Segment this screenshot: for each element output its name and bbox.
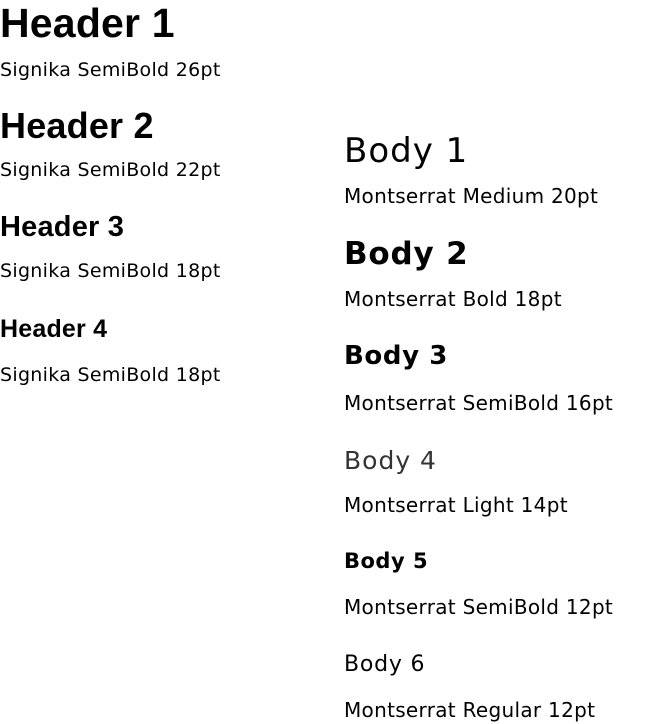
body-5-sample: Body 5 Montserrat SemiBold 12pt xyxy=(344,549,613,618)
header-2-title: Header 2 xyxy=(0,105,154,146)
body-4-title: Body 4 xyxy=(344,446,437,475)
header-3-description: Signika SemiBold 18pt xyxy=(0,260,221,282)
header-3-title: Header 3 xyxy=(0,211,125,243)
body-4-description: Montserrat Light 14pt xyxy=(344,493,568,517)
body-2-sample: Body 2 Montserrat Bold 18pt xyxy=(344,236,562,310)
body-2-title: Body 2 xyxy=(344,236,469,272)
body-1-title: Body 1 xyxy=(344,131,469,171)
header-1-title: Header 1 xyxy=(0,0,175,46)
header-4-description: Signika SemiBold 18pt xyxy=(0,364,221,386)
body-1-description: Montserrat Medium 20pt xyxy=(344,184,599,208)
header-1-sample: Header 1 Signika SemiBold 26pt xyxy=(0,0,220,80)
body-3-sample: Body 3 Montserrat SemiBold 16pt xyxy=(344,341,613,413)
body-2-description: Montserrat Bold 18pt xyxy=(344,287,562,311)
header-3-sample: Header 3 Signika SemiBold 18pt xyxy=(0,211,220,281)
header-4-sample: Header 4 Signika SemiBold 18pt xyxy=(0,315,220,385)
header-2-description: Signika SemiBold 22pt xyxy=(0,159,221,181)
body-3-description: Montserrat SemiBold 16pt xyxy=(344,391,614,415)
body-6-sample: Body 6 Montserrat Regular 12pt xyxy=(344,652,595,721)
body-4-sample: Body 4 Montserrat Light 14pt xyxy=(344,446,568,515)
header-2-sample: Header 2 Signika SemiBold 22pt xyxy=(0,105,220,180)
header-4-title: Header 4 xyxy=(0,315,108,343)
body-1-sample: Body 1 Montserrat Medium 20pt xyxy=(344,131,598,206)
header-1-description: Signika SemiBold 26pt xyxy=(0,59,221,81)
body-5-title: Body 5 xyxy=(344,549,429,573)
body-3-title: Body 3 xyxy=(344,341,448,371)
body-6-description: Montserrat Regular 12pt xyxy=(344,698,596,722)
body-6-title: Body 6 xyxy=(344,652,426,677)
body-5-description: Montserrat SemiBold 12pt xyxy=(344,595,614,619)
